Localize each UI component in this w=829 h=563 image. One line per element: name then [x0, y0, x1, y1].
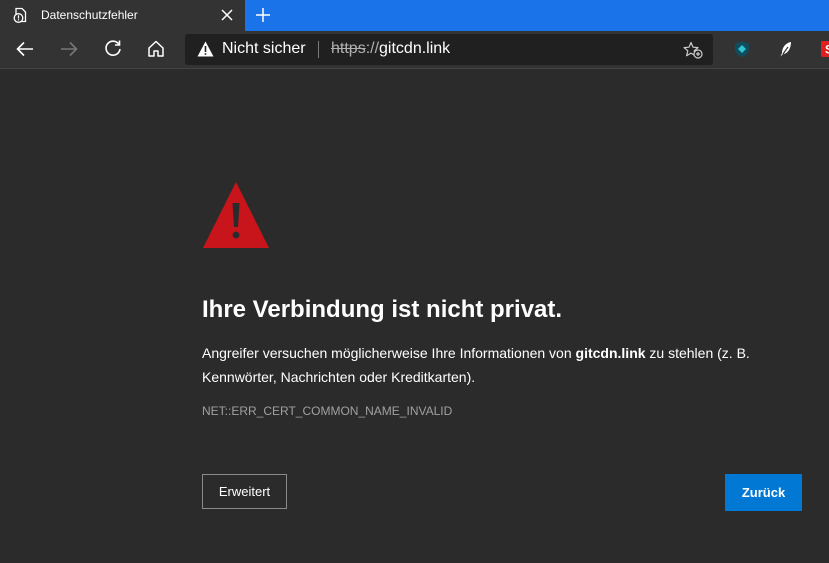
back-button[interactable]: Zurück	[725, 474, 802, 511]
message-text-before: Angreifer versuchen möglicherweise Ihre …	[202, 345, 576, 361]
error-page: Ihre Verbindung ist nicht privat. Angrei…	[0, 69, 829, 563]
home-icon[interactable]	[145, 38, 167, 60]
advanced-button[interactable]: Erweitert	[202, 474, 287, 509]
page-warning-icon	[13, 7, 29, 23]
error-message: Angreifer versuchen möglicherweise Ihre …	[202, 341, 782, 389]
address-bar[interactable]: Nicht sicher https://gitcdn.link	[185, 34, 713, 65]
plus-icon[interactable]	[254, 6, 272, 24]
url-text[interactable]: https://gitcdn.link	[331, 40, 450, 58]
reload-icon[interactable]	[102, 38, 124, 60]
url-host: gitcdn.link	[379, 40, 451, 57]
page-title: Ihre Verbindung ist nicht privat.	[202, 296, 563, 323]
warning-triangle-icon	[202, 181, 270, 249]
close-icon[interactable]	[220, 8, 234, 22]
warning-icon[interactable]	[197, 41, 214, 57]
security-label[interactable]: Nicht sicher	[222, 40, 306, 58]
tab-strip: Datenschutzfehler	[0, 0, 829, 31]
omnibox-divider	[318, 41, 319, 58]
star-add-icon[interactable]	[683, 41, 703, 59]
arrow-right-icon[interactable]	[58, 38, 80, 60]
tab-active[interactable]: Datenschutzfehler	[0, 0, 245, 31]
url-separator: ://	[365, 40, 380, 57]
shield-extension-icon[interactable]	[733, 40, 751, 58]
svg-text:S: S	[825, 43, 829, 57]
tab-title: Datenschutzfehler	[41, 8, 138, 22]
error-code[interactable]: NET::ERR_CERT_COMMON_NAME_INVALID	[202, 404, 452, 418]
arrow-left-icon[interactable]	[14, 38, 36, 60]
message-host: gitcdn.link	[575, 345, 646, 361]
toolbar: Nicht sicher https://gitcdn.link S	[0, 31, 829, 68]
feather-extension-icon[interactable]	[777, 40, 795, 58]
red-extension-icon[interactable]: S	[821, 40, 829, 58]
url-scheme: https	[331, 40, 366, 57]
